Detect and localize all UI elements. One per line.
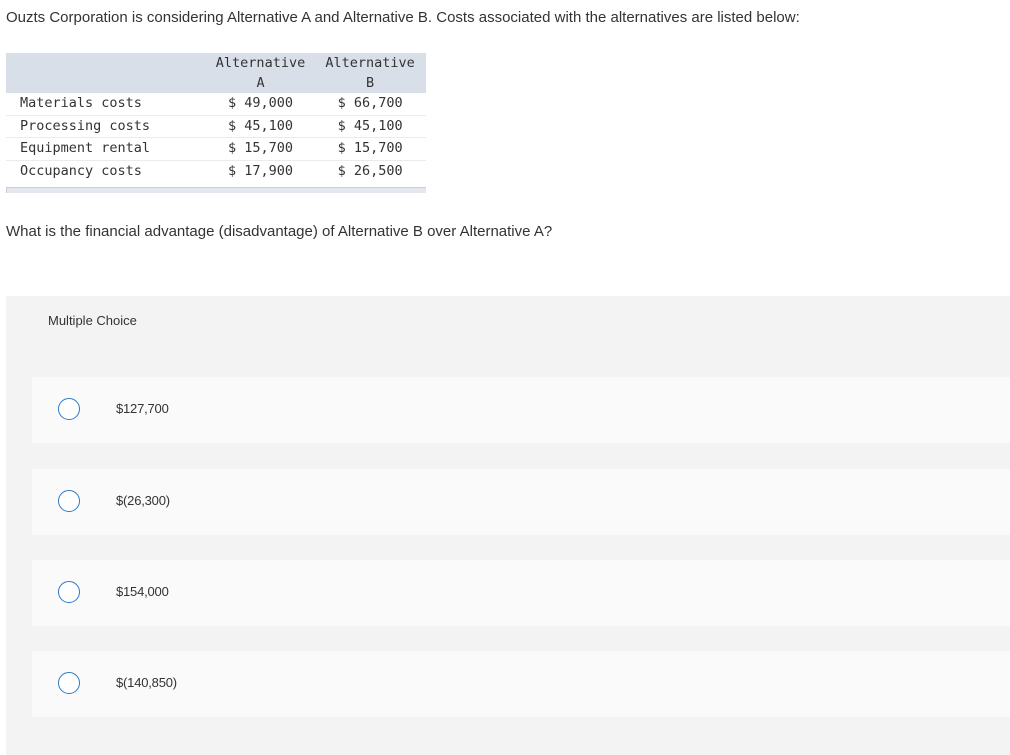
- radio-button-icon[interactable]: [58, 398, 80, 420]
- answer-option-label: $127,700: [116, 401, 169, 416]
- table-header-row: Alternative A Alternative B: [6, 53, 426, 93]
- question-prompt: What is the financial advantage (disadva…: [6, 223, 553, 240]
- alt-b-value: $ 15,700: [314, 137, 426, 161]
- header-alternative-a: Alternative A: [206, 53, 315, 93]
- question-intro: Ouzts Corporation is considering Alterna…: [6, 9, 800, 26]
- header-alt-a-line1: Alternative: [215, 55, 306, 71]
- cost-table: Alternative A Alternative B Materials co…: [6, 53, 426, 182]
- header-alt-a-line2: A: [256, 75, 265, 91]
- table-bottom-rule: [6, 187, 426, 193]
- row-label: Occupancy costs: [6, 160, 207, 182]
- answer-option-label: $(26,300): [116, 493, 170, 508]
- alt-a-value: $ 45,100: [206, 115, 315, 138]
- answer-option[interactable]: $154,000: [32, 560, 1010, 626]
- alt-a-value: $ 17,900: [206, 160, 315, 182]
- header-empty-cell: [6, 53, 207, 93]
- header-alt-b-line1: Alternative: [325, 55, 415, 71]
- table-row: Materials costs $ 49,000 $ 66,700: [6, 93, 426, 116]
- alt-a-value: $ 49,000: [206, 93, 315, 116]
- answer-option[interactable]: $127,700: [32, 377, 1010, 443]
- answer-option-label: $(140,850): [116, 675, 177, 690]
- header-alt-b-line2: B: [366, 75, 375, 91]
- alt-a-value: $ 15,700: [206, 137, 315, 161]
- radio-button-icon[interactable]: [58, 672, 80, 694]
- multiple-choice-header: Multiple Choice: [48, 313, 137, 328]
- row-label: Processing costs: [6, 115, 207, 138]
- answer-option[interactable]: $(26,300): [32, 469, 1010, 535]
- radio-button-icon[interactable]: [58, 490, 80, 512]
- alt-b-value: $ 26,500: [314, 160, 426, 182]
- row-label: Materials costs: [6, 93, 207, 116]
- multiple-choice-panel: Multiple Choice $127,700 $(26,300) $154,…: [6, 296, 1010, 755]
- answer-option-label: $154,000: [116, 584, 169, 599]
- header-alternative-b: Alternative B: [314, 53, 426, 93]
- radio-button-icon[interactable]: [58, 581, 80, 603]
- alt-b-value: $ 45,100: [314, 115, 426, 138]
- table-row: Processing costs $ 45,100 $ 45,100: [6, 115, 426, 138]
- table-row: Occupancy costs $ 17,900 $ 26,500: [6, 160, 426, 182]
- answer-option[interactable]: $(140,850): [32, 651, 1010, 717]
- row-label: Equipment rental: [6, 137, 207, 161]
- table-row: Equipment rental $ 15,700 $ 15,700: [6, 137, 426, 161]
- alt-b-value: $ 66,700: [314, 93, 426, 116]
